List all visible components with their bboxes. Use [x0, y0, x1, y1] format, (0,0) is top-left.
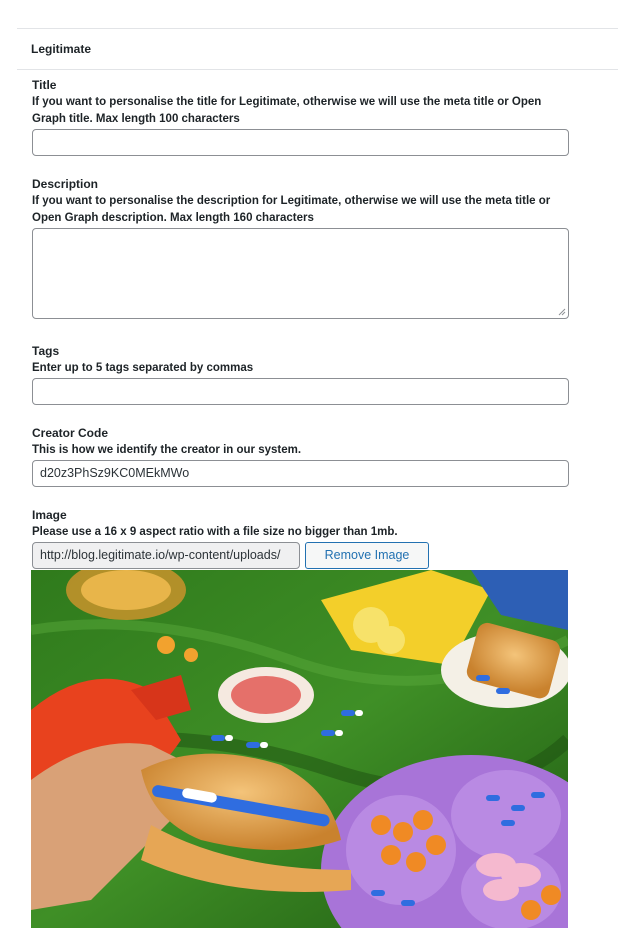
image-preview-photo	[31, 570, 568, 928]
title-input[interactable]	[32, 129, 569, 156]
remove-image-button[interactable]: Remove Image	[305, 542, 429, 569]
tags-label: Tags	[32, 344, 60, 358]
creator-code-label: Creator Code	[32, 426, 109, 440]
image-preview	[31, 570, 568, 928]
panel-title-divider	[17, 69, 618, 70]
creator-code-help: This is how we identify the creator in o…	[32, 444, 302, 456]
creator-code-input[interactable]: d20z3PhSz9KC0MEkMWo	[32, 460, 569, 487]
tags-help: Enter up to 5 tags separated by commas	[32, 362, 254, 374]
image-url-input[interactable]: http://blog.legitimate.io/wp-content/upl…	[32, 542, 300, 569]
description-textarea[interactable]	[32, 228, 569, 319]
image-help: Please use a 16 x 9 aspect ratio with a …	[32, 526, 398, 538]
description-label: Description	[32, 177, 99, 191]
panel-top-divider	[17, 28, 618, 29]
description-help: If you want to personalise the descripti…	[32, 195, 551, 224]
title-help: If you want to personalise the title for…	[32, 96, 542, 125]
title-label: Title	[32, 78, 57, 92]
tags-input[interactable]	[32, 378, 569, 405]
resize-grip-icon[interactable]	[558, 308, 566, 316]
image-label: Image	[32, 508, 67, 522]
panel-title: Legitimate	[31, 42, 92, 56]
